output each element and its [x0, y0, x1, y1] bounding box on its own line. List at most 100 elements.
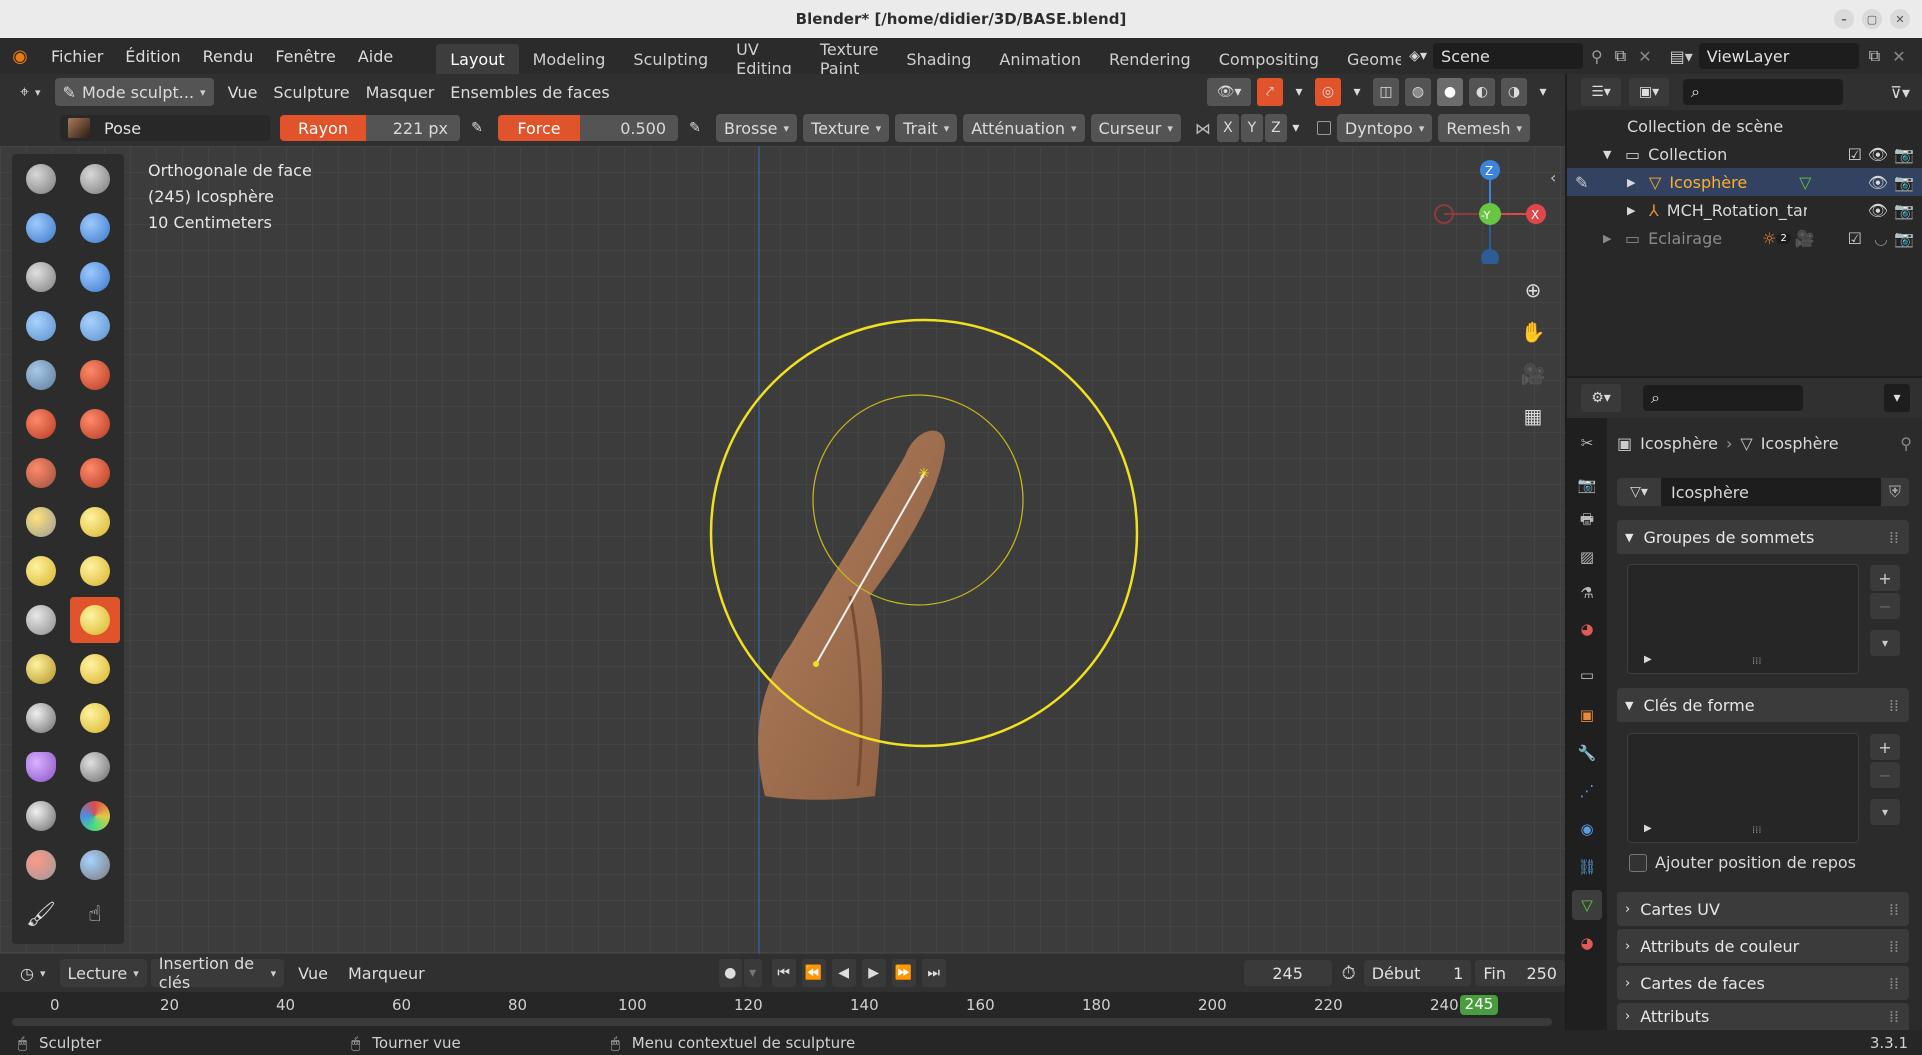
drag-handle-icon[interactable]: ⁞⁞ [1889, 528, 1899, 547]
filter-icon[interactable]: ⊽▾ [1890, 83, 1910, 102]
tab-particles[interactable]: ⋰ [1572, 776, 1602, 806]
tool-elastic-deform[interactable] [16, 548, 66, 594]
vertex-group-specials-dropdown[interactable]: ▾ [1870, 630, 1900, 656]
view-layer-icon[interactable]: ▤▾ [1670, 47, 1693, 66]
menu-ensembles-de-faces[interactable]: Ensembles de faces [442, 78, 617, 106]
menu-marqueur[interactable]: Marqueur [340, 959, 433, 987]
properties-options-dropdown[interactable]: ▾ [1884, 384, 1910, 412]
record-button[interactable]: ● [718, 959, 742, 987]
menu-curseur[interactable]: Curseur ▾ [1090, 114, 1181, 142]
gizmo-toggle[interactable]: ⤤ [1257, 78, 1283, 106]
render-camera-icon[interactable]: 📷 [1894, 145, 1914, 164]
eye-icon[interactable]: 👁 [1868, 201, 1888, 220]
menu-aide[interactable]: Aide [347, 47, 404, 66]
outliner-row-mch-rotation[interactable]: ▶ ⅄ MCH_Rotation_targ 👁 📷 [1567, 196, 1922, 224]
timeline-ruler[interactable]: 0 20 40 60 80 100 120 140 160 180 200 22… [0, 992, 1565, 1030]
menu-attenuation[interactable]: Atténuation ▾ [963, 114, 1085, 142]
radius-field[interactable]: Rayon 221 px [280, 115, 460, 141]
tool-clay-thumb[interactable] [16, 254, 66, 300]
tool-flatten[interactable] [16, 401, 66, 447]
pan-hand-icon[interactable]: ✋ [1518, 320, 1548, 350]
remove-shape-key-button[interactable]: − [1870, 762, 1900, 788]
menu-texture[interactable]: Texture ▾ [803, 114, 890, 142]
tool-paint[interactable]: 🖌 [16, 891, 66, 937]
menu-edition[interactable]: Édition [114, 47, 191, 66]
playhead-frame-badge[interactable]: 245 [1460, 995, 1498, 1015]
ortho-grid-icon[interactable]: ▦ [1518, 404, 1548, 434]
scene-field[interactable]: Scene [1433, 43, 1584, 69]
shape-key-specials-dropdown[interactable]: ▾ [1870, 799, 1900, 825]
symmetry-dropdown[interactable]: ▾ [1287, 114, 1305, 142]
solid-shading[interactable]: ● [1437, 78, 1463, 106]
tool-boundary[interactable] [70, 695, 120, 741]
outliner-row-collection[interactable]: ▼ ▭ Collection ☑ 👁 📷 [1567, 140, 1922, 168]
list-resize-handle-icon[interactable]: ⁞⁞⁞ [1752, 825, 1762, 836]
dyntopo-checkbox[interactable] [1316, 121, 1331, 135]
tab-tool[interactable]: ✂ [1572, 428, 1602, 458]
list-expand-icon[interactable]: ▶ [1644, 654, 1652, 665]
tool-fill[interactable] [70, 401, 120, 447]
expand-arrow-icon[interactable]: ▼ [1603, 148, 1625, 161]
drag-handle-icon[interactable]: ⁞⁞ [1889, 937, 1899, 956]
tool-clay[interactable] [16, 205, 66, 251]
rendered-shading[interactable]: ◑ [1501, 78, 1527, 106]
tab-modifiers[interactable]: 🔧 [1572, 738, 1602, 768]
rest-position-row[interactable]: Ajouter position de repos [1629, 853, 1856, 872]
tab-geometry[interactable]: Geome [1333, 44, 1401, 74]
tool-grab[interactable] [70, 499, 120, 545]
tab-compositing[interactable]: Compositing [1205, 44, 1333, 74]
tool-pinch[interactable] [16, 499, 66, 545]
remove-vertex-group-button[interactable]: − [1870, 593, 1900, 619]
menu-fichier[interactable]: Fichier [40, 47, 114, 66]
tool-scrape[interactable] [16, 450, 66, 496]
tool-nudge[interactable] [16, 646, 66, 692]
tool-snake-hook[interactable] [70, 548, 120, 594]
symmetry-y-button[interactable]: Y [1240, 114, 1263, 142]
mesh-data-block[interactable]: ▽▾ Icosphère ⛨ [1617, 478, 1909, 506]
tool-pose[interactable] [70, 597, 120, 643]
list-resize-handle-icon[interactable]: ⁞⁞⁞ [1752, 656, 1762, 667]
rest-position-checkbox[interactable] [1629, 853, 1647, 872]
shape-keys-list[interactable]: ▶ ⁞⁞⁞ [1627, 733, 1859, 843]
tab-physics[interactable]: ◉ [1572, 814, 1602, 844]
mesh-browse-icon[interactable]: ▽▾ [1617, 478, 1661, 506]
outliner-row-eclairage[interactable]: ▶ ▭ Eclairage ☼ 2 🎥 ☑ ◡ 📷 [1567, 224, 1922, 252]
material-shading[interactable]: ◐ [1469, 78, 1495, 106]
panel-attributes[interactable]: › Attributs ⁞⁞ [1617, 1003, 1909, 1030]
tab-world[interactable]: ◕ [1572, 614, 1602, 644]
tool-multires-displacement-smear[interactable] [70, 842, 120, 888]
edit-pencil-icon[interactable]: ✎ [1575, 173, 1588, 192]
pin-icon[interactable]: ⚲ [1591, 47, 1603, 66]
expand-arrow-icon[interactable]: ▶ [1603, 232, 1625, 245]
menu-fenetre[interactable]: Fenêtre [264, 47, 347, 66]
eye-icon[interactable]: 👁 [1868, 145, 1888, 164]
tab-layout[interactable]: Layout [436, 44, 519, 74]
jump-end-icon[interactable]: ⏭ [921, 959, 946, 987]
tool-mask[interactable] [16, 793, 66, 839]
tool-slide-relax[interactable] [16, 695, 66, 741]
menu-sculpture[interactable]: Sculpture [265, 78, 357, 106]
expand-arrow-icon[interactable]: ▶ [1627, 204, 1649, 217]
tool-thumb[interactable] [16, 597, 66, 643]
start-frame-field[interactable]: Début 1 [1363, 960, 1472, 986]
jump-start-icon[interactable]: ⏮ [771, 959, 796, 987]
tab-animation[interactable]: Animation [985, 44, 1095, 74]
panel-uv-maps[interactable]: › Cartes UV ⁞⁞ [1617, 892, 1909, 926]
autokey-dropdown[interactable]: ▾ [743, 959, 762, 987]
stopwatch-icon[interactable]: ⏱ [1342, 963, 1356, 984]
menu-rendu[interactable]: Rendu [192, 47, 265, 66]
menu-trait[interactable]: Trait ▾ [895, 114, 958, 142]
tab-material[interactable]: ◕ [1572, 928, 1602, 958]
editor-type-button[interactable]: ⌖ ▾ [12, 78, 49, 106]
camera-icon[interactable]: 🎥 [1518, 362, 1548, 392]
tool-rotate[interactable] [70, 646, 120, 692]
zoom-icon[interactable]: ⊕ [1518, 278, 1548, 308]
fake-user-shield-icon[interactable]: ⛨ [1881, 478, 1909, 506]
symmetry-x-button[interactable]: X [1216, 114, 1239, 142]
new-view-layer-icon[interactable]: ⧉ [1869, 46, 1880, 66]
navigation-gizmo[interactable]: Z X -Y [1430, 154, 1550, 264]
tool-blob[interactable] [70, 303, 120, 349]
drag-handle-icon[interactable]: ⁞⁞ [1889, 900, 1899, 919]
timeline-editor-type[interactable]: ◷ ▾ [12, 959, 54, 987]
pin-icon[interactable]: ⚲ [1900, 434, 1912, 453]
